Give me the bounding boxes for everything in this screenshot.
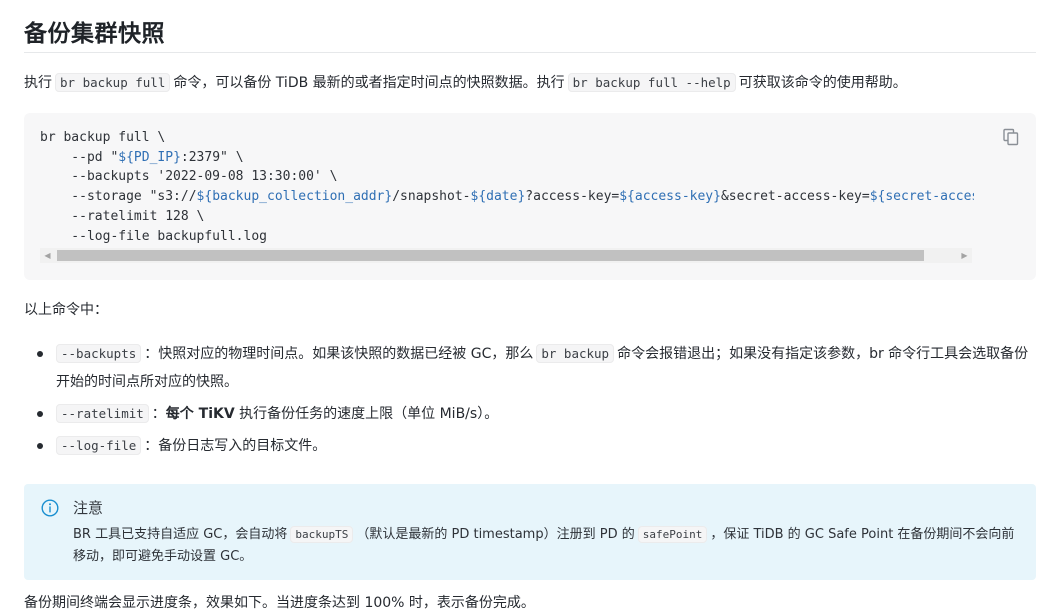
options-intro: 以上命令中： [24,302,108,318]
code-variable: ${date} [470,189,526,205]
intro-text-3: 可获取该命令的使用帮助。 [738,75,907,91]
option-description: 备份日志写入的目标文件。 [158,438,327,454]
inline-code-help: br backup full --help [567,73,736,92]
code-line: --log-file backupfull.log [40,227,974,247]
scrollbar-thumb[interactable] [57,250,924,261]
code-variable: ${secret-access-key} [869,189,974,205]
code-text: --ratelimit 128 \ [40,208,205,224]
scroll-right-arrow-icon[interactable]: ▶ [957,248,972,263]
code-text: br backup full \ [40,130,166,145]
code-variable: ${PD_IP} [118,149,181,165]
progress-description: 备份期间终端会显示进度条，效果如下。当进度条达到 100% 时，表示备份完成。 [24,595,535,611]
separator: ： [151,406,166,422]
inline-code-ratelimit: --ratelimit [56,404,149,423]
intro-paragraph: 执行 br backup full 命令，可以备份 TiDB 最新的或者指定时间点的… [24,72,907,94]
list-item: --backupts ：快照对应的物理时间点。如果该快照的数据已经被 GC，那么 b… [24,340,1034,396]
code-line: --storage "s3://${backup_collection_addr… [40,187,974,207]
code-variable: ${backup_collection_addr} [196,189,393,205]
code-content[interactable]: br backup full \ --pd "${PD_IP}:2379" \ … [40,128,974,246]
separator: ： [144,346,159,362]
inline-code-br-backup-full: br backup full [55,73,171,92]
code-line: --backupts '2022-09-08 13:30:00' \ [40,167,974,187]
code-text: ?access-key= [525,189,620,205]
page-title: 备份集群快照 [24,21,165,47]
code-text: --backupts '2022-09-08 13:30:00' \ [40,169,338,185]
copy-icon[interactable] [1002,128,1020,146]
options-list: --backupts ：快照对应的物理时间点。如果该快照的数据已经被 GC，那么 b… [24,340,1034,464]
list-item: --log-file ：备份日志写入的目标文件。 [24,432,1034,460]
bold-text: 每个 TiKV [165,406,235,422]
code-text: --pd " [40,149,119,165]
code-text: :2379" \ [180,149,244,165]
code-text: /snapshot- [392,189,471,205]
code-text: --log-file backupfull.log [40,228,267,244]
intro-text-2: 命令，可以备份 TiDB 最新的或者指定时间点的快照数据。执行 [173,75,565,91]
list-item: --ratelimit ：每个 TiKV 执行备份任务的速度上限（单位 MiB/s… [24,400,1034,428]
inline-code-safepoint: safePoint [637,526,708,543]
note-callout: 注意 BR 工具已支持自适应 GC，会自动将 backupTS （默认是最新的 PD… [24,484,1036,580]
info-icon [41,499,59,517]
note-body: BR 工具已支持自适应 GC，会自动将 backupTS （默认是最新的 PD ti… [73,524,1023,568]
intro-text-1: 执行 [24,75,52,91]
code-text: --storage "s3:// [40,189,197,205]
note-text-1: BR 工具已支持自适应 GC，会自动将 [73,527,288,542]
option-description: 执行备份任务的速度上限（单位 MiB/s）。 [239,406,499,422]
code-line: --ratelimit 128 \ [40,207,974,227]
code-text: &secret-access-key= [720,189,870,205]
code-line: br backup full \ [40,128,974,148]
inline-code-br-backup: br backup [536,344,615,363]
scroll-left-arrow-icon[interactable]: ◀ [40,248,55,263]
inline-code-backupts: --backupts [56,344,142,363]
horizontal-scrollbar[interactable]: ◀ ▶ [40,248,972,263]
note-title: 注意 [73,499,104,517]
separator: ： [144,438,159,454]
inline-code-backupts: backupTS [290,526,354,543]
code-variable: ${access-key} [619,189,721,205]
title-divider [24,52,1036,53]
code-line: --pd "${PD_IP}:2379" \ [40,148,974,168]
option-description: 快照对应的物理时间点。如果该快照的数据已经被 GC，那么 [158,346,534,362]
inline-code-log-file: --log-file [56,436,142,455]
code-block: br backup full \ --pd "${PD_IP}:2379" \ … [24,113,1036,280]
note-text-2: （默认是最新的 PD timestamp）注册到 PD 的 [356,527,635,542]
